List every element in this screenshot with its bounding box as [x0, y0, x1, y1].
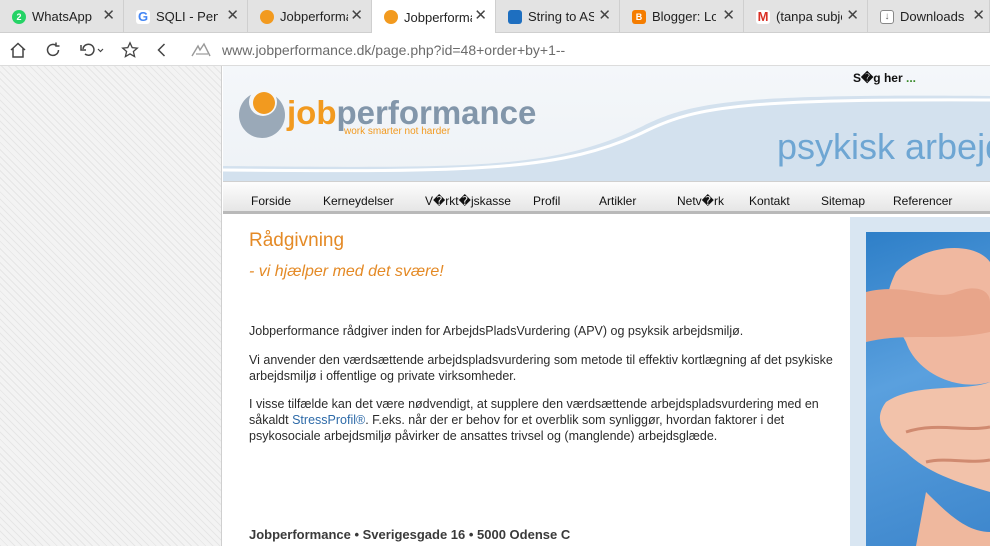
close-icon[interactable]: ✕ — [598, 8, 611, 23]
tab-jobperformance-active[interactable]: Jobperformance ✕ — [372, 0, 496, 34]
close-icon[interactable]: ✕ — [350, 8, 363, 23]
home-icon[interactable] — [8, 40, 28, 60]
url-text[interactable]: www.jobperformance.dk/page.php?id=48+ord… — [222, 42, 565, 58]
nav-item-forside[interactable]: Forside — [251, 194, 291, 208]
close-icon[interactable]: ✕ — [846, 8, 859, 23]
converter-icon — [508, 9, 522, 24]
tab-whatsapp[interactable]: 2 WhatsApp ✕ — [0, 0, 124, 33]
stressprofil-link[interactable]: StressProfil® — [292, 413, 365, 427]
undo-history-icon[interactable] — [78, 40, 106, 60]
tab-title: Downloads — [900, 9, 965, 24]
tab-blogger[interactable]: B Blogger: Lok ✕ — [620, 0, 744, 33]
paragraph-intro: Jobperformance rådgiver inden for Arbejd… — [249, 324, 744, 338]
reload-icon[interactable] — [43, 40, 63, 60]
page-subtitle: - vi hjælper med det svære! — [249, 263, 444, 280]
paragraph-method: Vi anvender den værdsættende arbejdsplad… — [249, 353, 833, 383]
nav-item-artikler[interactable]: Artikler — [599, 194, 636, 208]
star-icon[interactable] — [120, 40, 140, 60]
nav-item-profil[interactable]: Profil — [533, 194, 560, 208]
nav-item-sitemap[interactable]: Sitemap — [821, 194, 865, 208]
main-nav: Forside Kerneydelser V�rkt�jskasse Profi… — [223, 181, 990, 214]
close-icon[interactable]: ✕ — [474, 8, 487, 23]
tab-strip: 2 WhatsApp ✕ G SQLI - Penel ✕ Jobperform… — [0, 0, 990, 34]
logo-icon — [239, 88, 285, 138]
google-icon: G — [136, 9, 150, 24]
paragraph-stressprofil: I visse tilfælde kan det være nødvendigt… — [249, 397, 819, 443]
close-icon[interactable]: ✕ — [226, 8, 239, 23]
back-icon[interactable] — [152, 40, 172, 60]
banner-slogan: psykisk arbejd — [777, 126, 990, 167]
nav-item-vaerktoejskasse[interactable]: V�rkt�jskasse — [425, 194, 511, 208]
tab-title: Blogger: Lok — [652, 9, 716, 24]
hands-photo — [866, 232, 990, 546]
close-icon[interactable]: ✕ — [722, 8, 735, 23]
tab-jobperformance-1[interactable]: Jobperformance ✕ — [248, 0, 372, 33]
tab-downloads[interactable]: ↓ Downloads ✕ — [868, 0, 990, 33]
page-background-left — [0, 66, 222, 546]
download-icon: ↓ — [880, 9, 894, 24]
jobperformance-icon — [384, 10, 398, 24]
page-title: Rådgivning — [249, 230, 345, 251]
tab-title: String to ASCII — [528, 9, 594, 24]
close-icon[interactable]: ✕ — [972, 8, 985, 23]
nav-item-kerneydelser[interactable]: Kerneydelser — [323, 194, 394, 208]
blogger-icon: B — [632, 9, 646, 24]
address-toolbar: www.jobperformance.dk/page.php?id=48+ord… — [0, 33, 990, 66]
tab-title: SQLI - Penel — [156, 9, 218, 24]
gmail-icon: M — [756, 9, 770, 24]
main-content: Rådgivning - vi hjælper med det svære! J… — [223, 217, 848, 546]
sidebar — [850, 217, 990, 546]
jobperformance-icon — [260, 9, 274, 24]
whatsapp-icon: 2 — [12, 9, 26, 24]
tab-title: Jobperformance — [404, 9, 472, 25]
nav-item-kontakt[interactable]: Kontakt — [749, 194, 790, 208]
nav-item-referencer[interactable]: Referencer — [893, 194, 952, 208]
nav-item-netvaerk[interactable]: Netv�rk — [677, 194, 724, 208]
website: jobperformance work smarter not harder S… — [223, 66, 990, 546]
site-info-icon[interactable] — [190, 42, 212, 58]
search-link[interactable]: S�g her ... — [853, 71, 916, 85]
tab-sqli[interactable]: G SQLI - Penel ✕ — [124, 0, 248, 33]
tab-gmail[interactable]: M (tanpa subjek) ✕ — [744, 0, 868, 33]
logo-tagline: work smarter not harder — [344, 126, 451, 137]
tab-string-to-ascii[interactable]: String to ASCII ✕ — [496, 0, 620, 33]
close-icon[interactable]: ✕ — [102, 8, 115, 23]
tab-title: WhatsApp — [32, 9, 92, 24]
tab-title: Jobperformance — [280, 9, 348, 24]
site-header: jobperformance work smarter not harder S… — [223, 66, 990, 181]
url-bar[interactable]: www.jobperformance.dk/page.php?id=48+ord… — [190, 38, 990, 61]
company-address: Jobperformance • Sverigesgade 16 • 5000 … — [249, 527, 571, 542]
tab-title: (tanpa subjek) — [776, 9, 842, 24]
